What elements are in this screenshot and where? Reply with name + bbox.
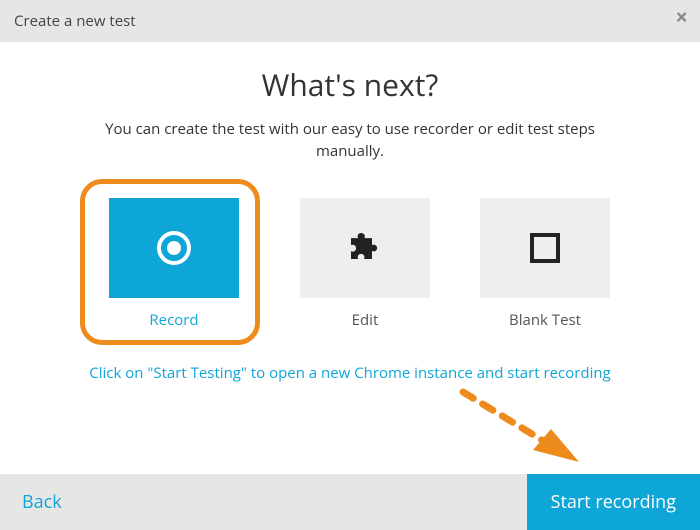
option-record-tile[interactable] <box>109 198 239 298</box>
option-edit-tile[interactable] <box>300 198 430 298</box>
back-button[interactable]: Back <box>0 474 84 530</box>
record-icon <box>157 231 191 265</box>
option-blank-label: Blank Test <box>470 310 620 330</box>
option-record[interactable]: Record <box>99 198 249 330</box>
start-recording-button[interactable]: Start recording <box>527 474 700 530</box>
option-edit[interactable]: Edit <box>290 179 440 345</box>
option-blank[interactable]: Blank Test <box>470 179 620 345</box>
page-subheading: You can create the test with our easy to… <box>90 119 610 163</box>
dialog-footer: Back Start recording <box>0 474 700 530</box>
puzzle-icon <box>348 233 382 263</box>
option-edit-label: Edit <box>290 310 440 330</box>
dialog-title: Create a new test <box>14 11 136 31</box>
option-blank-tile[interactable] <box>480 198 610 298</box>
dialog-content: What's next? You can create the test wit… <box>0 42 700 383</box>
page-title: What's next? <box>24 64 676 105</box>
square-icon <box>530 233 560 263</box>
dialog-titlebar: Create a new test × <box>0 0 700 42</box>
annotation-arrow-icon <box>455 380 605 480</box>
option-row: Record Edit Blank Test <box>24 179 676 345</box>
hint-text: Click on "Start Testing" to open a new C… <box>24 363 676 383</box>
option-record-highlight: Record <box>80 179 260 345</box>
option-record-label: Record <box>99 310 249 330</box>
close-icon[interactable]: × <box>675 6 688 28</box>
